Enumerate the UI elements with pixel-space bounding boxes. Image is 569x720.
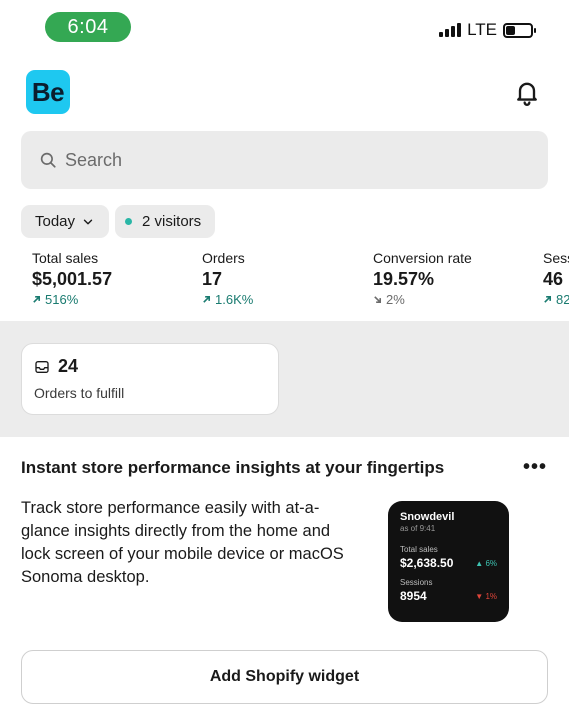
metrics-row[interactable]: Total sales $5,001.57 516% Orders 17 1.6… xyxy=(0,250,569,310)
app-logo[interactable]: Be xyxy=(26,70,70,114)
metric-label: Conversion rate xyxy=(373,250,472,266)
widget-sales-change: ▲ 6% xyxy=(475,558,497,568)
widget-store-name: Snowdevil xyxy=(400,511,455,523)
inbox-tray-icon xyxy=(35,360,49,373)
metric-value: 19.57% xyxy=(373,269,435,289)
add-widget-button[interactable]: Add Shopify widget xyxy=(21,650,548,704)
insight-title: Instant store performance insights at yo… xyxy=(21,458,445,477)
metric-total-sales[interactable]: Total sales $5,001.57 516% xyxy=(32,250,112,307)
widget-sessions-value: 8954 xyxy=(400,589,427,603)
more-options-button[interactable]: ••• xyxy=(523,457,547,477)
metric-change: 82 xyxy=(543,292,569,307)
arrow-up-right-icon xyxy=(544,295,552,303)
metric-value: 17 xyxy=(202,269,223,289)
search-input[interactable] xyxy=(65,149,485,171)
signal-icon xyxy=(439,23,462,37)
metric-change: 2% xyxy=(373,292,472,307)
status-time: 6:04 xyxy=(45,12,131,42)
orders-to-fulfill-card[interactable]: 24 Orders to fulfill xyxy=(21,343,279,415)
chevron-down-icon xyxy=(83,219,93,224)
metric-label: Sess xyxy=(543,250,569,266)
metric-orders[interactable]: Orders 17 1.6K% xyxy=(202,250,253,307)
metric-label: Orders xyxy=(202,250,245,266)
live-visitors-chip[interactable]: 2 visitors xyxy=(115,205,216,238)
metric-change: 1.6K% xyxy=(202,292,253,307)
period-filter-dropdown[interactable]: Today xyxy=(21,205,110,238)
search-bar[interactable] xyxy=(21,131,548,189)
widget-sales-label: Total sales xyxy=(400,545,438,554)
metric-sessions[interactable]: Sess 46 82 xyxy=(543,250,569,307)
search-icon xyxy=(40,152,56,168)
live-dot-icon xyxy=(125,218,132,225)
widget-sales-value: $2,638.50 xyxy=(400,556,454,570)
metric-value: $5,001.57 xyxy=(32,269,113,289)
arrow-down-right-icon xyxy=(374,296,382,304)
insight-description: Track store performance easily with at-a… xyxy=(21,499,344,586)
battery-icon xyxy=(503,22,536,38)
arrow-up-right-icon xyxy=(203,295,211,303)
network-label: LTE xyxy=(467,20,497,39)
status-indicators: LTE xyxy=(439,20,536,40)
metric-label: Total sales xyxy=(32,250,99,266)
widget-as-of: as of 9:41 xyxy=(400,524,436,533)
metric-conversion-rate[interactable]: Conversion rate 19.57% 2% xyxy=(373,250,472,307)
visitors-label: 2 visitors xyxy=(142,213,202,230)
metric-change: 516% xyxy=(32,292,112,307)
arrow-up-right-icon xyxy=(33,295,41,303)
metric-value: 46 xyxy=(543,269,564,289)
widget-preview: Snowdevil as of 9:41 Total sales $2,638.… xyxy=(388,501,509,622)
status-bar: 6:04 LTE xyxy=(0,0,569,56)
widget-sessions-change: ▼ 1% xyxy=(475,591,497,601)
widget-sessions-label: Sessions xyxy=(400,578,433,587)
period-filter-label: Today xyxy=(35,213,76,230)
orders-to-fulfill-count: 24 xyxy=(58,356,79,376)
notification-bell-icon[interactable] xyxy=(513,78,541,106)
orders-to-fulfill-label: Orders to fulfill xyxy=(34,385,125,401)
